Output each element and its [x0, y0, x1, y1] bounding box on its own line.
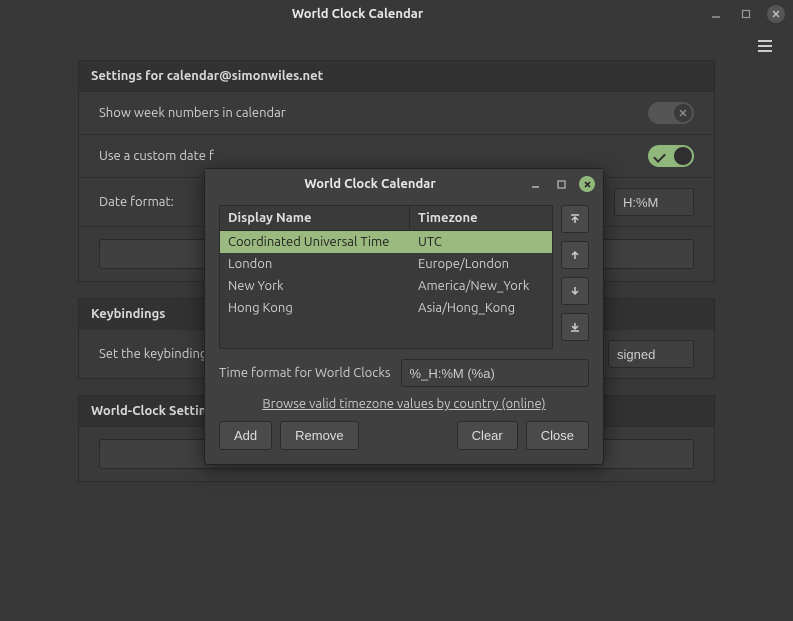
time-format-label: Time format for World Clocks [219, 366, 391, 380]
dialog-maximize-icon[interactable] [553, 176, 569, 192]
date-format-input[interactable] [614, 188, 694, 216]
world-clock-dialog: World Clock Calendar Display Name Timezo… [204, 168, 604, 465]
dialog-close-icon[interactable] [579, 176, 595, 192]
timezone-table[interactable]: Display Name Timezone Coordinated Univer… [219, 205, 553, 349]
dialog-window-controls [527, 176, 595, 192]
clear-button[interactable]: Clear [457, 421, 518, 450]
close-button[interactable]: Close [526, 421, 589, 450]
table-header: Display Name Timezone [220, 206, 552, 231]
cell-timezone: Europe/London [410, 253, 552, 275]
dialog-title: World Clock Calendar [213, 177, 527, 191]
toolbar [0, 28, 793, 60]
table-body: Coordinated Universal TimeUTCLondonEurop… [220, 231, 552, 319]
dialog-body: Display Name Timezone Coordinated Univer… [205, 199, 603, 464]
main-titlebar: World Clock Calendar [0, 0, 793, 28]
main-title: World Clock Calendar [8, 7, 707, 21]
move-down-icon[interactable] [561, 277, 589, 305]
table-row[interactable]: LondonEurope/London [220, 253, 552, 275]
table-area: Display Name Timezone Coordinated Univer… [219, 205, 589, 349]
col-display-name[interactable]: Display Name [220, 206, 410, 230]
cell-display-name: Hong Kong [220, 297, 410, 319]
show-week-toggle[interactable] [648, 102, 694, 124]
cell-timezone: Asia/Hong_Kong [410, 297, 552, 319]
custom-date-label: Use a custom date f [99, 149, 636, 163]
move-up-icon[interactable] [561, 241, 589, 269]
dialog-minimize-icon[interactable] [527, 176, 543, 192]
cell-timezone: America/New_York [410, 275, 552, 297]
window-controls [707, 5, 785, 23]
show-week-row: Show week numbers in calendar [79, 91, 714, 134]
toggle-knob-off-icon [674, 104, 692, 122]
time-format-row: Time format for World Clocks [219, 359, 589, 387]
col-timezone[interactable]: Timezone [410, 206, 552, 230]
close-button-icon[interactable] [767, 5, 785, 23]
cell-display-name: New York [220, 275, 410, 297]
remove-button[interactable]: Remove [280, 421, 358, 450]
show-week-label: Show week numbers in calendar [99, 106, 636, 120]
keybinding-input[interactable] [608, 340, 694, 368]
cell-timezone: UTC [410, 231, 552, 253]
reorder-buttons [561, 205, 589, 349]
dialog-buttons: Add Remove Clear Close [219, 421, 589, 450]
dialog-titlebar: World Clock Calendar [205, 169, 603, 199]
browse-link-row: Browse valid timezone values by country … [219, 397, 589, 411]
browse-timezones-link[interactable]: Browse valid timezone values by country … [262, 397, 545, 411]
table-row[interactable]: Coordinated Universal TimeUTC [220, 231, 552, 253]
table-row[interactable]: New YorkAmerica/New_York [220, 275, 552, 297]
move-bottom-icon[interactable] [561, 313, 589, 341]
settings-header: Settings for calendar@simonwiles.net [79, 61, 714, 91]
maximize-button-icon[interactable] [737, 5, 755, 23]
cell-display-name: London [220, 253, 410, 275]
date-format-label: Date format: [99, 195, 174, 209]
add-button[interactable]: Add [219, 421, 272, 450]
time-format-input[interactable] [401, 359, 589, 387]
cell-display-name: Coordinated Universal Time [220, 231, 410, 253]
table-row[interactable]: Hong KongAsia/Hong_Kong [220, 297, 552, 319]
toggle-knob-on-icon [674, 147, 692, 165]
minimize-button-icon[interactable] [707, 5, 725, 23]
hamburger-menu-icon[interactable] [755, 36, 775, 56]
custom-date-toggle[interactable] [648, 145, 694, 167]
move-top-icon[interactable] [561, 205, 589, 233]
